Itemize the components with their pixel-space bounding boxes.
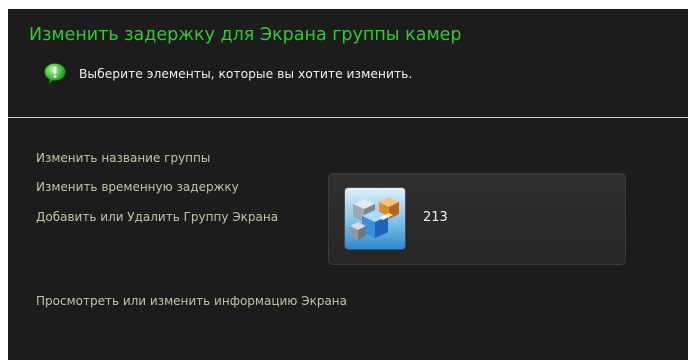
rename-group-link[interactable]: Изменить название группы — [36, 151, 210, 165]
camera-group-panel[interactable]: 213 — [328, 173, 626, 265]
header-divider — [8, 117, 688, 118]
camera-group-screen-window: Изменить задержку для Экрана группы каме… — [8, 9, 688, 360]
instruction-hint: Выберите элементы, которые вы хотите изм… — [43, 62, 412, 86]
hint-text: Выберите элементы, которые вы хотите изм… — [79, 67, 413, 81]
info-balloon-icon — [43, 62, 67, 86]
change-delay-link[interactable]: Изменить временную задержку — [36, 180, 239, 194]
camera-group-cubes-icon — [345, 188, 405, 249]
view-edit-screen-info-link[interactable]: Просмотреть или изменить информацию Экра… — [36, 294, 347, 308]
camera-group-name: 213 — [423, 210, 448, 225]
page-title: Изменить задержку для Экрана группы каме… — [29, 25, 462, 45]
add-remove-screen-group-link[interactable]: Добавить или Удалить Группу Экрана — [36, 210, 278, 224]
